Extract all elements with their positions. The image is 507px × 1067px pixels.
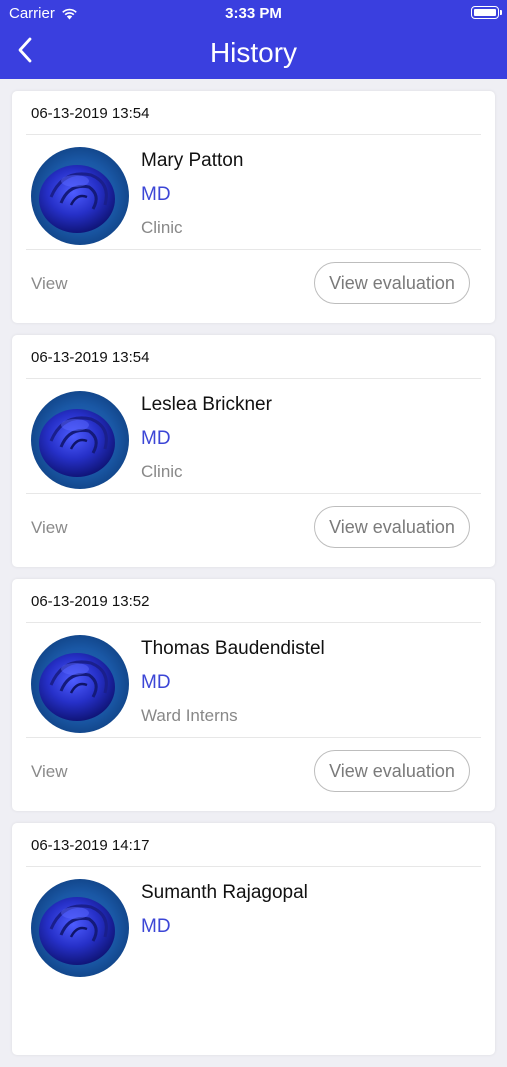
- record-date: 06-13-2019 13:52: [31, 593, 150, 610]
- view-link[interactable]: View: [31, 762, 68, 782]
- record-role: MD: [141, 916, 171, 937]
- record-location: Ward Interns: [141, 706, 238, 725]
- page-title: History: [209, 37, 298, 68]
- record-name: Leslea Brickner: [141, 394, 272, 415]
- history-card: 06-13-2019 13:54 Leslea Brickner MD Clin…: [12, 335, 495, 567]
- record-date: 06-13-2019 14:17: [31, 837, 150, 854]
- record-role: MD: [141, 184, 171, 205]
- divider: [26, 249, 481, 250]
- divider: [26, 737, 481, 738]
- history-card: 06-13-2019 13:52 Thomas Baudendistel MD …: [12, 579, 495, 811]
- history-card: 06-13-2019 14:17 Sumanth Rajagopal MD: [12, 823, 495, 1055]
- divider: [26, 622, 481, 623]
- avatar: [31, 147, 129, 245]
- divider: [26, 378, 481, 379]
- avatar: [31, 879, 129, 977]
- record-location: Clinic: [141, 218, 183, 237]
- record-date: 06-13-2019 13:54: [31, 105, 150, 122]
- view-link[interactable]: View: [31, 274, 68, 294]
- status-time: 3:33 PM: [225, 5, 282, 22]
- battery-icon: [471, 6, 502, 19]
- history-list: 06-13-2019 13:54 Mary Patton MD Clinic V…: [12, 91, 495, 1067]
- record-name: Mary Patton: [141, 150, 244, 171]
- view-evaluation-button[interactable]: View evaluation: [314, 262, 470, 304]
- view-evaluation-button[interactable]: View evaluation: [314, 750, 470, 792]
- record-name: Sumanth Rajagopal: [141, 882, 308, 903]
- app-header: Carrier 3:33 PM History: [0, 0, 507, 79]
- divider: [26, 134, 481, 135]
- avatar: [31, 391, 129, 489]
- record-role: MD: [141, 672, 171, 693]
- record-name: Thomas Baudendistel: [141, 638, 325, 659]
- history-card: 06-13-2019 13:54 Mary Patton MD Clinic V…: [12, 91, 495, 323]
- view-link[interactable]: View: [31, 518, 68, 538]
- status-bar: Carrier 3:33 PM: [0, 0, 507, 28]
- divider: [26, 493, 481, 494]
- view-evaluation-button[interactable]: View evaluation: [314, 506, 470, 548]
- divider: [26, 866, 481, 867]
- record-role: MD: [141, 428, 171, 449]
- record-location: Clinic: [141, 462, 183, 481]
- avatar: [31, 635, 129, 733]
- record-date: 06-13-2019 13:54: [31, 349, 150, 366]
